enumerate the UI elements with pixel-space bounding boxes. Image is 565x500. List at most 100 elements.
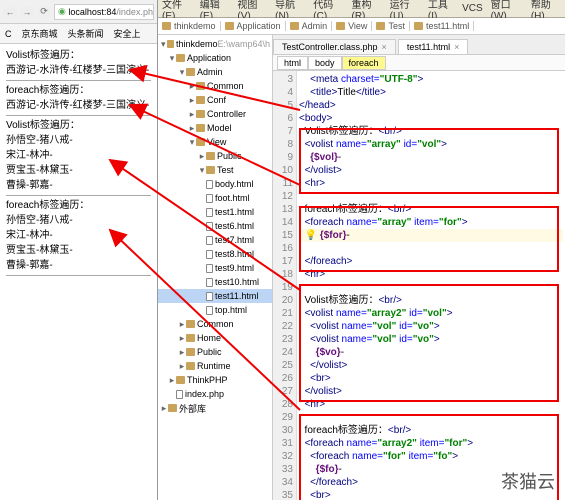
- tree-node[interactable]: ▸Common: [158, 317, 272, 331]
- tree-node[interactable]: ▸Public: [158, 345, 272, 359]
- forward-icon[interactable]: →: [20, 5, 34, 19]
- tree-twisty-icon[interactable]: [198, 221, 206, 231]
- tree-label: test6.html: [215, 221, 254, 231]
- line-number: 6: [273, 112, 293, 125]
- tree-twisty-icon[interactable]: ▾: [178, 67, 186, 78]
- tree-node[interactable]: index.php: [158, 387, 272, 401]
- line-number: 10: [273, 164, 293, 177]
- editor-tab[interactable]: test11.html×: [398, 39, 469, 54]
- tree-twisty-icon[interactable]: ▸: [178, 347, 186, 358]
- back-icon[interactable]: ←: [3, 5, 17, 19]
- tree-label: test10.html: [215, 277, 259, 287]
- tree-twisty-icon[interactable]: ▸: [178, 319, 186, 330]
- tree-node[interactable]: ▾Admin: [158, 65, 272, 79]
- browser-tab[interactable]: 头条新闻: [65, 27, 107, 40]
- browser-tab[interactable]: 安全上: [111, 27, 144, 40]
- tree-label: View: [207, 137, 226, 147]
- line-number: 20: [273, 294, 293, 307]
- line-number: 32: [273, 450, 293, 463]
- menu-item[interactable]: VCS: [462, 3, 483, 14]
- browser-content: Volist标签遍历：西游记-水浒传-红楼梦-三国演义-foreach标签遍历：…: [0, 44, 157, 282]
- line-number: 3: [273, 73, 293, 86]
- tree-node[interactable]: ▸Public: [158, 149, 272, 163]
- tree-node[interactable]: ▸Conf: [158, 93, 272, 107]
- address-bar[interactable]: ◉ localhost:84 /index.php/: [54, 4, 154, 20]
- editor-tab[interactable]: TestController.class.php ×: [273, 39, 396, 54]
- tree-node[interactable]: test10.html: [158, 275, 272, 289]
- tree-node[interactable]: test11.html: [158, 289, 272, 303]
- tree-node[interactable]: test8.html: [158, 247, 272, 261]
- tree-twisty-icon[interactable]: ▸: [160, 403, 168, 414]
- tab-label: TestController.class.php: [282, 42, 378, 52]
- tree-node[interactable]: test9.html: [158, 261, 272, 275]
- tree-node[interactable]: body.html: [158, 177, 272, 191]
- close-icon[interactable]: ×: [454, 42, 459, 52]
- code-editor[interactable]: 3456789101112131415161718192021222324252…: [273, 71, 565, 500]
- output-line: 贾宝玉-林黛玉-: [6, 243, 151, 258]
- close-icon[interactable]: ×: [382, 42, 387, 52]
- tree-node[interactable]: test7.html: [158, 233, 272, 247]
- tree-node[interactable]: foot.html: [158, 191, 272, 205]
- folder-icon: [186, 320, 195, 328]
- project-tree: ▾thinkdemo E:\wamp64\h▾Application▾Admin…: [158, 35, 273, 500]
- tree-twisty-icon[interactable]: [198, 207, 206, 217]
- tree-twisty-icon[interactable]: ▸: [188, 81, 196, 92]
- tree-node[interactable]: ▸ThinkPHP: [158, 373, 272, 387]
- tree-node[interactable]: top.html: [158, 303, 272, 317]
- line-number: 35: [273, 489, 293, 500]
- tree-node[interactable]: ▸Home: [158, 331, 272, 345]
- tree-twisty-icon[interactable]: [168, 389, 176, 399]
- struct-crumb[interactable]: foreach: [342, 56, 386, 70]
- tree-twisty-icon[interactable]: [198, 235, 206, 245]
- tree-node[interactable]: ▾thinkdemo E:\wamp64\h: [158, 37, 272, 51]
- browser-tab[interactable]: C: [2, 29, 15, 39]
- tree-label: test7.html: [215, 235, 254, 245]
- tree-twisty-icon[interactable]: [198, 305, 206, 315]
- struct-crumb[interactable]: html: [277, 56, 308, 70]
- tree-twisty-icon[interactable]: [198, 179, 206, 189]
- tree-twisty-icon[interactable]: ▸: [178, 361, 186, 372]
- code-line[interactable]: </head>: [299, 100, 336, 111]
- url-path: /index.php/: [116, 7, 154, 17]
- tree-node[interactable]: ▾Test: [158, 163, 272, 177]
- tree-node[interactable]: ▸Common: [158, 79, 272, 93]
- file-icon: [206, 236, 213, 245]
- browser-tab[interactable]: 京东商城: [19, 27, 61, 40]
- tree-twisty-icon[interactable]: ▾: [188, 137, 196, 148]
- tree-node[interactable]: ▸Model: [158, 121, 272, 135]
- tree-twisty-icon[interactable]: [198, 249, 206, 259]
- tree-node[interactable]: ▸外部库: [158, 401, 272, 415]
- url-host: localhost:84: [68, 7, 116, 17]
- tree-node[interactable]: ▸Runtime: [158, 359, 272, 373]
- tree-twisty-icon[interactable]: ▸: [178, 333, 186, 344]
- tree-twisty-icon[interactable]: ▾: [168, 53, 176, 64]
- tree-twisty-icon[interactable]: ▸: [188, 109, 196, 120]
- line-number: 12: [273, 190, 293, 203]
- struct-crumb[interactable]: body: [308, 56, 342, 70]
- tree-node[interactable]: test6.html: [158, 219, 272, 233]
- tree-node[interactable]: ▸Controller: [158, 107, 272, 121]
- code-line[interactable]: <body>: [299, 113, 332, 124]
- tree-twisty-icon[interactable]: ▸: [168, 375, 176, 386]
- tree-twisty-icon[interactable]: [198, 193, 206, 203]
- code-line[interactable]: <meta charset="UTF-8">: [299, 74, 423, 85]
- tree-twisty-icon[interactable]: [198, 263, 206, 273]
- tree-node[interactable]: test1.html: [158, 205, 272, 219]
- hr: [6, 80, 151, 81]
- tree-twisty-icon[interactable]: ▸: [198, 151, 206, 162]
- tree-label: test1.html: [215, 207, 254, 217]
- tree-twisty-icon[interactable]: [198, 291, 206, 301]
- folder-icon: [186, 348, 195, 356]
- tree-label: index.php: [185, 389, 224, 399]
- folder-icon: [167, 40, 174, 48]
- ide-menubar: 文件(E)编辑(E)视图(V)导航(N)代码(C)重构(R)运行(U)工具(I)…: [158, 0, 565, 18]
- tree-twisty-icon[interactable]: ▾: [198, 165, 206, 176]
- tree-twisty-icon[interactable]: ▾: [160, 39, 167, 50]
- tree-node[interactable]: ▾ View: [158, 135, 272, 149]
- reload-icon[interactable]: ⟳: [37, 5, 51, 19]
- tree-node[interactable]: ▾Application: [158, 51, 272, 65]
- tree-twisty-icon[interactable]: ▸: [188, 95, 196, 106]
- tree-twisty-icon[interactable]: [198, 277, 206, 287]
- code-line[interactable]: <title>Title</title>: [299, 87, 386, 98]
- tree-twisty-icon[interactable]: ▸: [188, 123, 196, 134]
